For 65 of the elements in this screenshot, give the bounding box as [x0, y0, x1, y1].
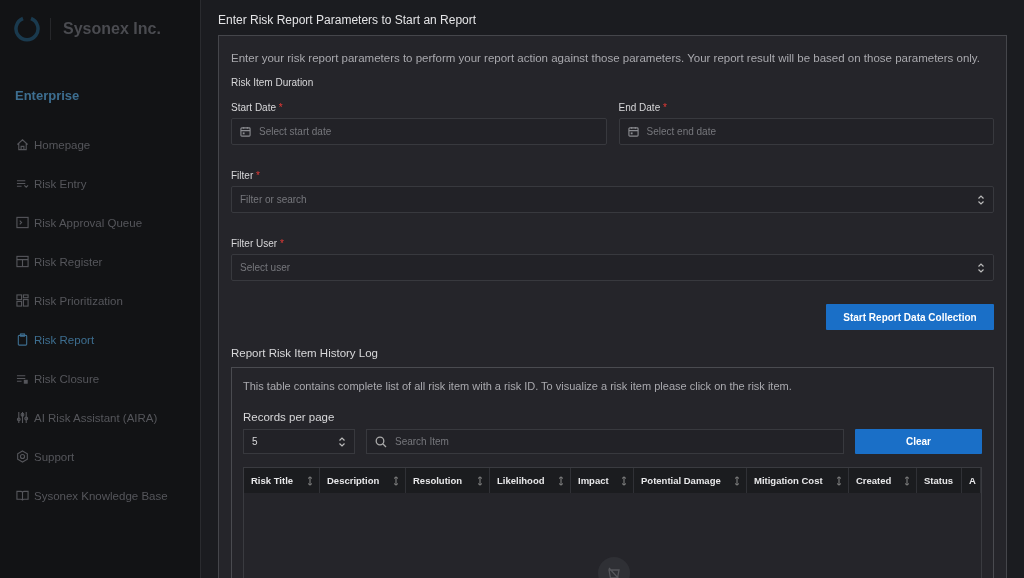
intro-text: Enter your risk report parameters to perform your report action against those parameters. Your report result will be based on those parameters only. — [231, 52, 981, 64]
column-header[interactable]: Impact — [571, 468, 634, 493]
sort-icon — [836, 475, 842, 486]
select-field[interactable]: Select user — [231, 254, 994, 281]
home-icon — [16, 138, 29, 151]
chevron-updown-icon — [977, 194, 985, 205]
calendar-icon — [627, 126, 639, 137]
terminal-icon — [16, 216, 29, 229]
search-icon — [375, 435, 387, 448]
page-title: Enter Risk Report Parameters to Start an Report — [218, 13, 478, 27]
chevron-updown-icon — [977, 262, 985, 273]
sort-icon — [477, 475, 483, 486]
book-icon — [16, 489, 29, 502]
sort-icon — [621, 475, 627, 486]
list-icon — [16, 372, 29, 385]
chevron-updown-icon — [338, 436, 346, 447]
sidebar-item[interactable]: Homepage — [0, 125, 200, 164]
clear-button[interactable]: Clear — [855, 429, 982, 454]
sort-icon — [558, 475, 564, 486]
section-heading: Enterprise — [15, 88, 81, 103]
section-label: Risk Item Duration — [231, 77, 315, 88]
sidebar-item[interactable]: Risk Closure — [0, 359, 200, 398]
search-field[interactable]: Search Item — [366, 429, 844, 454]
column-header[interactable]: Status — [917, 468, 962, 493]
select-field[interactable]: Filter or search — [231, 186, 994, 213]
sliders-icon — [16, 411, 29, 424]
column-header[interactable]: Potential Damage — [634, 468, 747, 493]
calendar-icon — [240, 126, 251, 137]
grid-icon — [16, 294, 29, 307]
field-label: Filter User * — [231, 238, 285, 249]
sidebar-item[interactable]: Sysonex Knowledge Base — [0, 476, 200, 515]
field-label: Records per page — [243, 411, 336, 423]
brand-name: Sysonex Inc. — [63, 20, 161, 38]
clipboard-icon — [16, 333, 29, 346]
column-header[interactable]: Risk Title — [244, 468, 320, 493]
sort-icon — [904, 475, 910, 486]
date-field[interactable]: Select start date — [231, 118, 607, 145]
section-title: Report Risk Item History Log — [231, 347, 379, 359]
ring-logo-icon — [14, 16, 40, 42]
column-header[interactable]: Resolution — [406, 468, 490, 493]
sidebar-item[interactable]: Risk Report — [0, 320, 200, 359]
date-field[interactable]: Select end date — [618, 118, 994, 145]
column-header[interactable]: A — [962, 468, 981, 493]
column-header[interactable]: Likelihood — [490, 468, 571, 493]
column-header[interactable]: Mitigation Cost — [747, 468, 849, 493]
start-collection-button[interactable]: Start Report Data Collection — [826, 304, 994, 330]
sidebar-item[interactable]: Risk Register — [0, 242, 200, 281]
field-label: Start Date * — [231, 102, 284, 113]
sidebar-item[interactable]: Risk Prioritization — [0, 281, 200, 320]
column-header[interactable]: Description — [320, 468, 406, 493]
column-header[interactable]: Created — [849, 468, 917, 493]
intro-text: This table contains complete list of all risk item with a risk ID. To visualize a risk item please click on the risk item. — [243, 380, 793, 392]
sidebar-item[interactable]: Risk Entry — [0, 164, 200, 203]
sort-icon — [307, 475, 313, 486]
table-icon — [16, 255, 29, 268]
sidebar-item[interactable]: Risk Approval Queue — [0, 203, 200, 242]
sidebar-item[interactable]: AI Risk Assistant (AIRA) — [0, 398, 200, 437]
records-select[interactable]: 5 — [243, 429, 355, 454]
field-label: End Date * — [618, 102, 668, 113]
field-label: Filter * — [231, 170, 261, 181]
sort-icon — [393, 475, 399, 486]
sort-icon — [734, 475, 740, 486]
gear-icon — [16, 450, 29, 463]
list-icon — [16, 177, 29, 190]
sidebar-item[interactable]: Support — [0, 437, 200, 476]
